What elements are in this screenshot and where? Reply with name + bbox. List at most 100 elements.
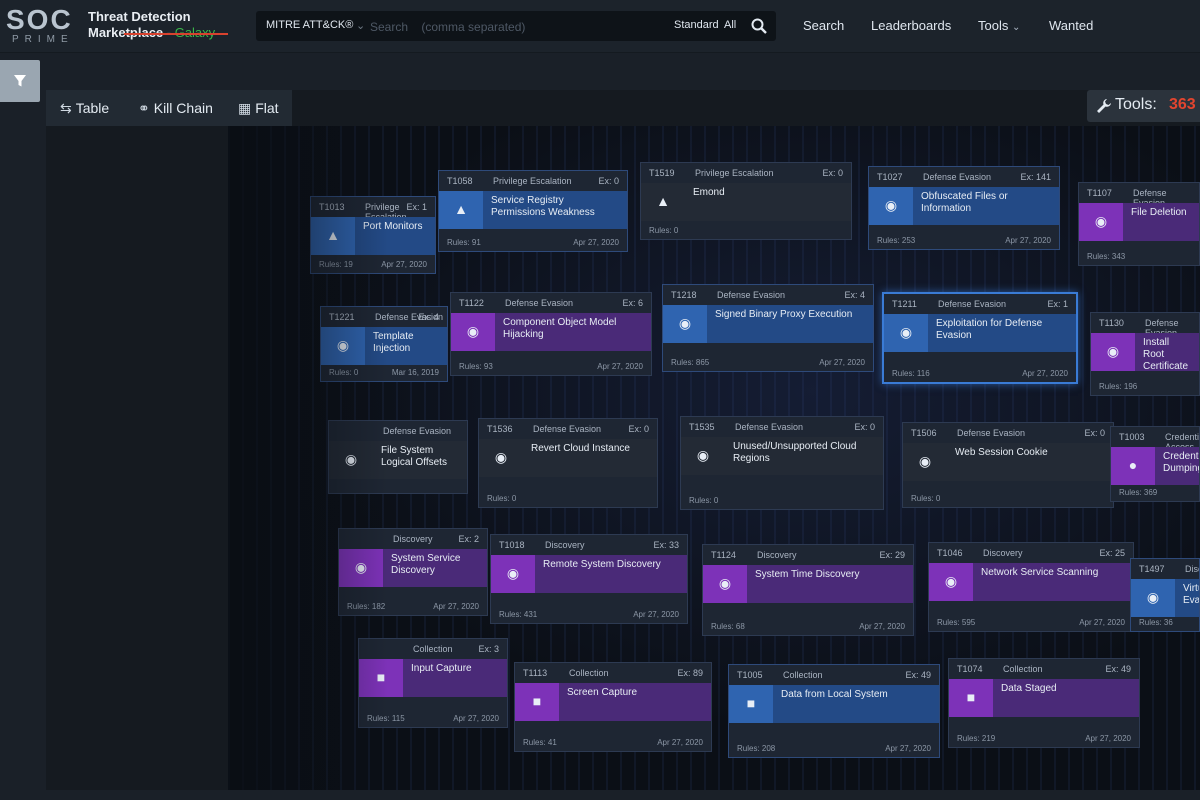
nav-leaderboards[interactable]: Leaderboards [871,18,951,33]
search-icon[interactable] [750,17,768,35]
card-icon-box: ■ [949,679,993,717]
technique-id: T1005 [737,670,763,680]
search-filter-toggle[interactable]: All [724,19,736,31]
card-icon-box: ◉ [491,555,535,593]
eye-slash-icon: ◉ [918,453,932,469]
technique-card[interactable]: T1519 Privilege Escalation Ex: 0 ▲ Emond Rule… [640,162,852,240]
technique-card[interactable]: T1506 Defense Evasion Ex: 0 ◉ Web Session Co… [902,422,1114,508]
technique-card[interactable]: T1124 Discovery Ex: 29 ◉ System Time Discove… [702,544,914,636]
technique-id: T1058 [447,176,473,186]
card-icon-box: ◉ [663,305,707,343]
technique-name: Revert Cloud Instance [531,443,630,454]
technique-card[interactable]: T1497 Discovery ◉ Virtualization/Sandbox Ev… [1130,558,1200,632]
nav-tools-label: Tools [978,18,1009,33]
card-header: T1535 Defense Evasion Ex: 0 [681,417,883,437]
technique-id: T1218 [671,290,697,300]
search-mode-toggle[interactable]: Standard [674,19,719,31]
card-body: ◉ Signed Binary Proxy Execution [663,305,873,343]
chevron-up-icon: ▲ [454,201,468,217]
card-icon-box: ◉ [1079,203,1123,241]
eye-slash-icon: ◉ [1106,343,1120,359]
card-body: ◉ Exploitation for Defense Evasion [884,314,1076,352]
nav-tools[interactable]: Tools ⌄ [978,18,1020,33]
tactic-name: Defense Evasion [717,290,786,300]
filter-button[interactable] [0,60,40,102]
technique-id: T1113 [523,668,548,678]
exploit-count: Ex: 0 [854,422,875,432]
card-header: T1074 Collection Ex: 49 [949,659,1139,679]
rules-count: Rules: 91 [447,238,481,247]
brand-line-1: Threat Detection [88,9,191,24]
technique-card[interactable]: T1536 Defense Evasion Ex: 0 ◉ Revert Cloud I… [478,418,658,508]
card-icon-box: ◉ [451,313,495,351]
technique-card[interactable]: T1003Credential Access ● Credential Dumpin… [1110,426,1200,502]
grid-icon: ▦ [238,100,252,116]
technique-name: Signed Binary Proxy Execution [715,309,853,320]
wrench-icon [1097,99,1111,113]
tactic-name: Defense Evasion [383,426,452,436]
technique-card[interactable]: T1005 Collection Ex: 49 ■ Data from Local Sy… [728,664,940,758]
eye-icon: ◉ [506,565,520,581]
chevron-down-icon[interactable]: ⌄ [356,19,365,32]
rules-count: Rules: 196 [1099,382,1138,391]
card-date: Apr 27, 2020 [1085,734,1131,743]
technique-card[interactable]: T1535 Defense Evasion Ex: 0 ◉ Unused/Unsuppo… [680,416,884,510]
card-body: ■ Data from Local System [729,685,939,723]
technique-card[interactable]: T1027 Defense Evasion Ex: 141 ◉ Obfuscated F… [868,166,1060,250]
card-body: ■ Screen Capture [515,683,711,721]
rules-count: Rules: 0 [689,496,719,505]
technique-name: Input Capture [411,663,472,674]
technique-name: Unused/Unsupported Cloud Regions [733,441,857,464]
card-date: Apr 27, 2020 [597,362,643,371]
rules-count: Rules: 41 [523,738,557,747]
card-header: T1027 Defense Evasion Ex: 141 [869,167,1059,187]
technique-id: T1124 [711,550,736,560]
tactic-name: Discovery [1185,564,1199,574]
box-icon: ■ [532,693,542,709]
technique-card[interactable]: T1018 Discovery Ex: 33 ◉ Remote System Disco… [490,534,688,624]
tab-kill-chain[interactable]: ⚭ Kill Chain [138,100,213,117]
search-scope-dropdown[interactable]: MITRE ATT&CK® [266,19,353,31]
card-body: ◉ Network Service Scanning [929,563,1133,601]
nav-wanted[interactable]: Wanted [1049,18,1093,33]
technique-name: Emond [693,187,725,198]
tactic-name: Discovery [393,534,433,544]
technique-card[interactable]: T1211 Defense Evasion Ex: 1 ◉ Exploitation f… [882,292,1078,384]
tab-table[interactable]: ⇆ Table [60,100,109,117]
rules-count: Rules: 36 [1139,618,1173,627]
technique-card[interactable]: T1046 Discovery Ex: 25 ◉ Network Service Sca… [928,542,1134,632]
card-footer: Rules: 196 [1091,379,1199,395]
eye-icon: ◉ [1146,589,1160,605]
technique-id: T1130 [1099,318,1124,328]
card-footer: Rules: 595 Apr 27, 2020 [929,615,1133,631]
exploit-count: Ex: 6 [622,298,643,308]
card-date: Apr 27, 2020 [1079,618,1125,627]
rules-count: Rules: 369 [1119,488,1158,497]
technique-name: System Service Discovery [391,553,461,576]
view-tabs: ⇆ Table ⚭ Kill Chain ▦ Flat [46,90,292,126]
card-body: ◉ Install Root Certificate [1091,333,1199,372]
technique-card[interactable]: T1074 Collection Ex: 49 ■ Data Staged Rules: … [948,658,1140,748]
table-arrows-icon: ⇆ [60,100,72,116]
technique-card[interactable]: T1122 Defense Evasion Ex: 6 ◉ Component Obje… [450,292,652,376]
nav-search[interactable]: Search [803,18,844,33]
technique-card[interactable]: T1058 Privilege Escalation Ex: 0 ▲ Service R… [438,170,628,252]
card-header: T1122 Defense Evasion Ex: 6 [451,293,651,313]
technique-name: Data from Local System [781,689,888,700]
card-date: Apr 27, 2020 [859,622,905,631]
search-input[interactable] [368,16,662,38]
soc-prime-logo[interactable]: SOC PRIME [6,6,84,46]
card-header: T1506 Defense Evasion Ex: 0 [903,423,1113,443]
technique-name: Install Root Certificate [1143,337,1189,372]
technique-card[interactable]: T1113 Collection Ex: 89 ■ Screen Capture Rule… [514,662,712,752]
tab-flat[interactable]: ▦ Flat [238,100,279,117]
eye-slash-icon: ◉ [494,449,508,465]
card-icon-box: ▲ [641,183,685,221]
technique-card[interactable]: T1107Defense Evasion ◉ File Deletion Rules:… [1078,182,1200,266]
technique-card[interactable]: T1130Defense Evasion ◉ Install Root Certif… [1090,312,1200,396]
tools-counter[interactable]: Tools: 363 [1087,90,1200,122]
tactic-name: Defense Evasion [533,424,602,434]
technique-card[interactable]: T1218 Defense Evasion Ex: 4 ◉ Signed Binary … [662,284,874,372]
exploit-count: Ex: 49 [1105,664,1131,674]
kill-chain-galaxy-view[interactable]: T1058 Privilege Escalation Ex: 0 ▲ Service R… [228,126,1200,790]
